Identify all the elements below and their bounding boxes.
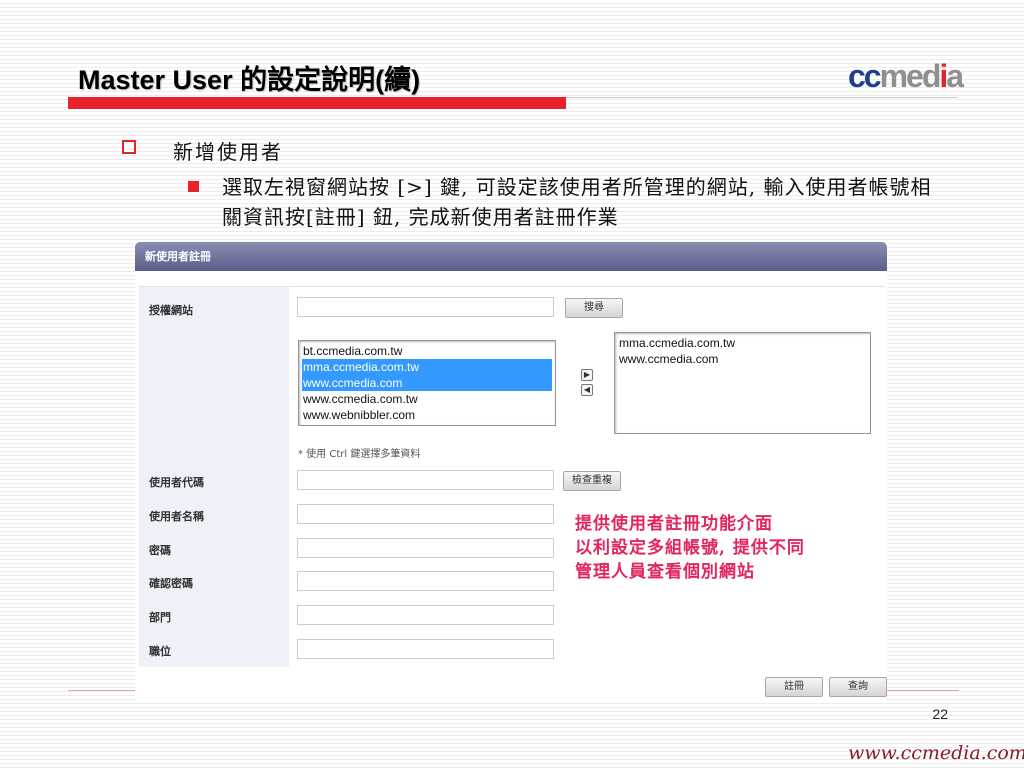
confirm-password-input[interactable] xyxy=(297,571,554,591)
title-underline-bar xyxy=(68,97,566,109)
search-button[interactable]: 搜尋 xyxy=(565,298,623,318)
registration-screenshot-panel: 新使用者註冊 授權網站 搜尋 bt.ccmedia.com.tw mma.ccme… xyxy=(135,240,887,700)
label-confirm-password: 確認密碼 xyxy=(149,577,193,590)
label-sites: 授權網站 xyxy=(149,304,193,317)
panel-header: 新使用者註冊 xyxy=(135,242,887,271)
assigned-site-option[interactable]: mma.ccmedia.com.tw xyxy=(618,335,867,351)
page-number: 22 xyxy=(932,706,948,722)
footer-line-right xyxy=(887,690,959,691)
multi-select-hint: * 使用 Ctrl 鍵選擇多筆資料 xyxy=(298,449,421,460)
slide-title: Master User 的設定說明(續) xyxy=(78,65,421,95)
ccmedia-logo: ccmedia xyxy=(848,58,964,94)
available-site-option[interactable]: www.webnibbler.com xyxy=(302,407,552,423)
annotation-line: 管理人員查看個別網站 xyxy=(575,562,755,582)
user-id-input[interactable] xyxy=(297,470,554,490)
title-divider-line xyxy=(566,97,958,98)
user-name-input[interactable] xyxy=(297,504,554,524)
annotation-note: 提供使用者註冊功能介面 以利設定多組帳號, 提供不同 管理人員查看個別網站 xyxy=(575,512,895,584)
available-site-option[interactable]: bt.ccmedia.com.tw xyxy=(302,343,552,359)
available-sites-listbox[interactable]: bt.ccmedia.com.tw mma.ccmedia.com.tw www.c… xyxy=(298,340,556,426)
label-user-id: 使用者代碼 xyxy=(149,476,204,489)
available-site-option[interactable]: www.ccmedia.com.tw xyxy=(302,391,552,407)
assigned-site-option[interactable]: www.ccmedia.com xyxy=(618,351,867,367)
department-input[interactable] xyxy=(297,605,554,625)
label-user-name: 使用者名稱 xyxy=(149,510,204,523)
remove-site-button[interactable]: ◀ xyxy=(581,384,593,396)
website-footer: www.ccmedia.com xyxy=(848,742,1024,764)
instruction-paragraph: 選取左視窗網站按 [>] 鍵, 可設定該使用者所管理的網站, 輸入使用者帳號相關… xyxy=(222,175,932,229)
annotation-line: 以利設定多組帳號, 提供不同 xyxy=(575,538,805,558)
label-password: 密碼 xyxy=(149,544,171,557)
sites-search-input[interactable] xyxy=(297,297,554,317)
position-input[interactable] xyxy=(297,639,554,659)
available-site-option[interactable]: mma.ccmedia.com.tw xyxy=(302,359,552,375)
password-input[interactable] xyxy=(297,538,554,558)
label-department: 部門 xyxy=(149,611,171,624)
check-duplicate-button[interactable]: 檢查重複 xyxy=(563,471,621,491)
query-button[interactable]: 查詢 xyxy=(829,677,887,697)
assigned-sites-listbox[interactable]: mma.ccmedia.com.tw www.ccmedia.com xyxy=(614,332,871,434)
annotation-line: 提供使用者註冊功能介面 xyxy=(575,514,773,534)
footer-line-left xyxy=(68,690,136,691)
available-site-option[interactable]: www.ccmedia.com xyxy=(302,375,552,391)
label-position: 職位 xyxy=(149,645,171,658)
add-site-button[interactable]: ▶ xyxy=(581,369,593,381)
hollow-square-bullet-icon xyxy=(122,140,136,154)
register-button[interactable]: 註冊 xyxy=(765,677,823,697)
section-heading: 新增使用者 xyxy=(173,140,283,164)
filled-square-bullet-icon xyxy=(188,181,199,192)
